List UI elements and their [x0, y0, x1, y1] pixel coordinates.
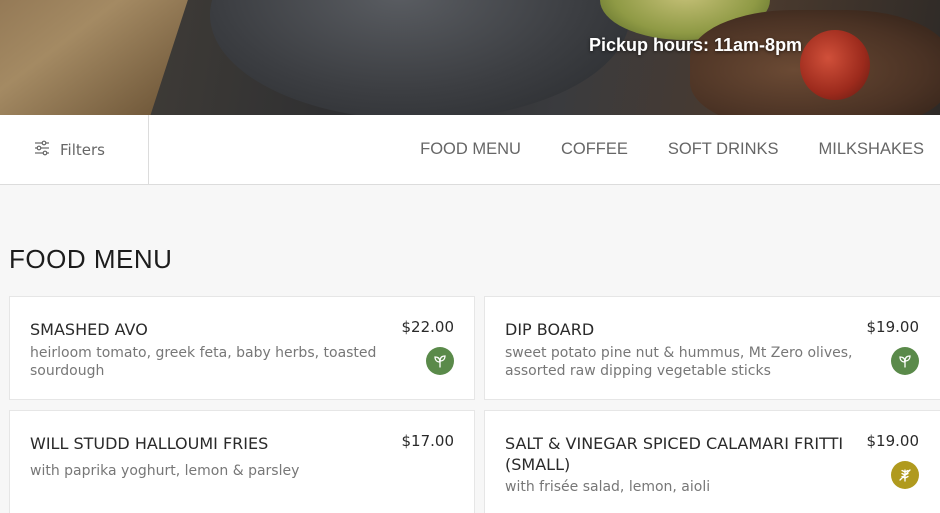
menu-item-name: WILL STUDD HALLOUMI FRIES [30, 434, 269, 453]
menu-item-price: $17.00 [401, 432, 455, 450]
gluten-free-icon [891, 461, 919, 489]
menu-item-description: sweet potato pine nut & hummus, Mt Zero … [505, 345, 853, 379]
tab-milkshakes[interactable]: MILKSHAKES [819, 140, 924, 159]
menu-item-description: heirloom tomato, greek feta, baby herbs,… [30, 345, 377, 379]
menu-item-card[interactable]: DIP BOARD $19.00 sweet potato pine nut &… [484, 296, 940, 400]
menu-item-price: $19.00 [866, 318, 920, 336]
filters-button[interactable]: Filters [0, 115, 149, 184]
hero-banner: Pickup hours: 11am-8pm [0, 0, 940, 115]
hero-image-plate [210, 0, 630, 115]
menu-item-card[interactable]: SALT & VINEGAR SPICED CALAMARI FRITTI (S… [484, 410, 940, 513]
menu-item-name: DIP BOARD [505, 320, 595, 339]
menu-item-name: SMASHED AVO [30, 320, 148, 339]
category-tabs: FOOD MENU COFFEE SOFT DRINKS MILKSHAKES [420, 115, 940, 184]
vegetarian-leaf-icon [426, 347, 454, 375]
pickup-hours: Pickup hours: 11am-8pm [589, 35, 803, 55]
vegetarian-leaf-icon [891, 347, 919, 375]
menu-item-description: with frisée salad, lemon, aioli [505, 479, 711, 495]
tab-coffee[interactable]: COFFEE [561, 140, 628, 159]
menu-item-name: SALT & VINEGAR SPICED CALAMARI FRITTI (S… [505, 434, 844, 474]
tab-food-menu[interactable]: FOOD MENU [420, 140, 521, 159]
tab-soft-drinks[interactable]: SOFT DRINKS [668, 140, 779, 159]
menu-item-description: with paprika yoghurt, lemon & parsley [30, 463, 300, 479]
menu-nav-bar: Filters FOOD MENU COFFEE SOFT DRINKS MIL… [0, 115, 940, 185]
sliders-icon [34, 140, 50, 160]
section-title: FOOD MENU [9, 244, 173, 274]
hero-image-tomato [800, 30, 870, 100]
menu-item-card[interactable]: SMASHED AVO $22.00 heirloom tomato, gree… [9, 296, 475, 400]
hero-image-board [0, 0, 195, 115]
menu-item-card[interactable]: WILL STUDD HALLOUMI FRIES $17.00 with pa… [9, 410, 475, 513]
menu-item-price: $19.00 [866, 432, 920, 450]
filters-label: Filters [60, 140, 105, 159]
menu-item-price: $22.00 [401, 318, 455, 336]
